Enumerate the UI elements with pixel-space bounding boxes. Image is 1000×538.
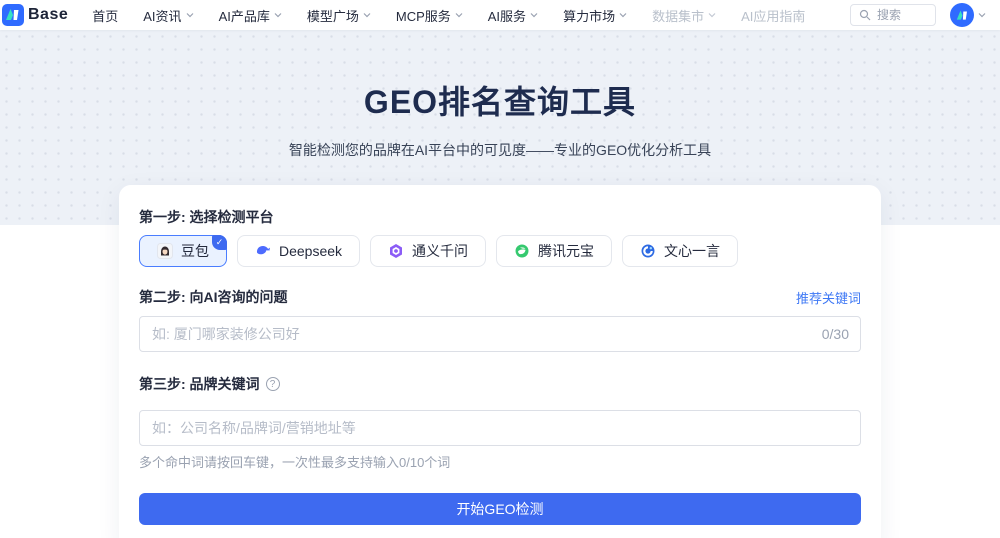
- brand-keywords-input[interactable]: [139, 410, 861, 446]
- platform-selector: ✓ 豆包 Deepseek 通义千问: [139, 235, 861, 267]
- help-icon[interactable]: ?: [266, 377, 280, 391]
- question-input[interactable]: [139, 316, 861, 352]
- platform-wenxin[interactable]: 文心一言: [622, 235, 738, 267]
- page-subtitle: 智能检测您的品牌在AI平台中的可见度——专业的GEO优化分析工具: [0, 140, 1000, 160]
- brand-input-hint: 多个命中词请按回车键，一次性最多支持输入0/10个词: [139, 452, 861, 471]
- main-nav: 首页 AI资讯 AI产品库 模型广场 MCP服务 AI服务 算力市场 数据集市: [92, 6, 805, 25]
- nav-mcp-service[interactable]: MCP服务: [396, 6, 463, 25]
- question-counter: 0/30: [822, 326, 849, 342]
- question-input-wrap: 0/30: [139, 316, 861, 352]
- brand-input-wrap: [139, 410, 861, 446]
- nav-data-market[interactable]: 数据集市: [652, 6, 716, 25]
- step1-label: 第一步: 选择检测平台: [139, 207, 861, 227]
- logo-text: Base: [28, 6, 68, 24]
- step3-label: 第三步: 品牌关键词 ?: [139, 374, 861, 394]
- nav-model-plaza[interactable]: 模型广场: [307, 6, 371, 25]
- wenxin-icon: [640, 243, 656, 259]
- nav-ai-products[interactable]: AI产品库: [219, 6, 282, 25]
- search-icon: [859, 9, 871, 21]
- deepseek-icon: [255, 243, 271, 259]
- platform-doubao[interactable]: ✓ 豆包: [139, 235, 227, 267]
- yuanbao-icon: [514, 243, 530, 259]
- geo-query-card: 第一步: 选择检测平台 ✓ 豆包 Deepseek: [119, 185, 881, 538]
- nav-ai-service[interactable]: AI服务: [488, 6, 538, 25]
- header-search[interactable]: [850, 4, 936, 26]
- search-input[interactable]: [877, 8, 927, 22]
- aibase-logo[interactable]: Base: [2, 4, 68, 26]
- page-title: GEO排名查询工具: [0, 30, 1000, 123]
- chevron-down-icon: [455, 11, 463, 19]
- header-right: [850, 3, 986, 27]
- chevron-down-icon: [363, 11, 371, 19]
- qwen-icon: [388, 243, 404, 259]
- platform-qwen[interactable]: 通义千问: [370, 235, 486, 267]
- doubao-icon: [157, 243, 173, 259]
- chevron-down-icon: [186, 11, 194, 19]
- recommend-keywords-link[interactable]: 推荐关键词: [796, 288, 861, 307]
- nav-ai-app-guide[interactable]: AI应用指南: [741, 6, 805, 25]
- start-geo-check-button[interactable]: 开始GEO检测: [139, 493, 861, 525]
- chevron-down-icon: [619, 11, 627, 19]
- chevron-down-icon: [530, 11, 538, 19]
- check-badge-icon: ✓: [212, 235, 227, 250]
- chevron-down-icon: [708, 11, 716, 19]
- nav-ai-news[interactable]: AI资讯: [143, 6, 193, 25]
- top-nav-bar: Base 首页 AI资讯 AI产品库 模型广场 MCP服务 AI服务 算力市场: [0, 0, 1000, 30]
- nav-home[interactable]: 首页: [92, 6, 118, 25]
- platform-deepseek[interactable]: Deepseek: [237, 235, 360, 267]
- user-menu[interactable]: [950, 3, 986, 27]
- aibase-logo-icon: [2, 4, 24, 26]
- chevron-down-icon: [274, 11, 282, 19]
- nav-computing-market[interactable]: 算力市场: [563, 6, 627, 25]
- step2-label: 第二步: 向AI咨询的问题: [139, 287, 288, 307]
- step2-row: 第二步: 向AI咨询的问题 推荐关键词: [139, 287, 861, 307]
- chevron-down-icon: [978, 11, 986, 19]
- avatar: [950, 3, 974, 27]
- platform-yuanbao[interactable]: 腾讯元宝: [496, 235, 612, 267]
